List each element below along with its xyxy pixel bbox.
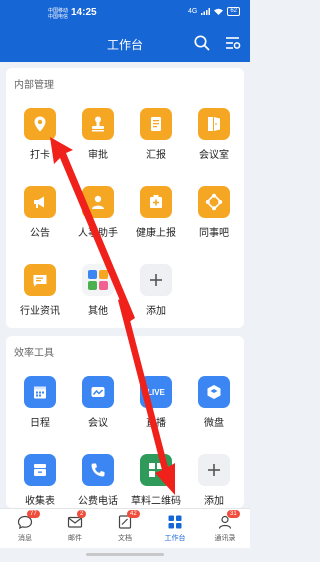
status-time: 14:25 (71, 7, 97, 18)
tile-label: 打卡 (30, 150, 50, 161)
plus-icon (198, 454, 230, 486)
medical-box-icon (140, 186, 172, 218)
network-type: 4G (187, 8, 198, 15)
tile-qr-code[interactable]: 草料二维码 (126, 454, 186, 507)
tile-label: 草料二维码 (131, 496, 181, 507)
tile-label: 公告 (30, 228, 50, 239)
tab-label: 文档 (118, 535, 132, 542)
unread-badge: 77 (27, 510, 40, 518)
system-indicators: 4G 62 (188, 7, 240, 16)
tile-label: 收集表 (25, 496, 55, 507)
bottom-tab-bar: 77 消息 2 邮件 42 文档 工作台 31 通讯录 (0, 508, 250, 548)
tile-label: 同事吧 (199, 228, 229, 239)
tile-label: 微盘 (204, 418, 224, 429)
section-title-efficiency: 效率工具 (14, 348, 54, 359)
chat-bubble-icon: 77 (17, 510, 40, 530)
section-title-internal: 内部管理 (14, 80, 54, 91)
internal-management-card: 内部管理 打卡 审批 汇报 会议室 公告 人事助手 健康上报 同事吧 行业资讯 … (6, 68, 244, 328)
mail-icon: 2 (67, 510, 87, 530)
location-pin-icon (24, 108, 56, 140)
live-icon-text: LIVE (147, 387, 165, 397)
megaphone-icon (24, 186, 56, 218)
phone-icon (82, 454, 114, 486)
tab-label: 消息 (18, 535, 32, 542)
tile-add-efficiency[interactable]: 添加 (184, 454, 244, 507)
stamp-icon (82, 108, 114, 140)
tile-meeting-room[interactable]: 会议室 (184, 108, 244, 161)
carrier-2: 中国电信 (48, 14, 69, 20)
efficiency-tools-card: 效率工具 日程 会议 LIVE 直播 微盘 收集表 公费电话 草料二维码 添加 (6, 336, 244, 508)
unread-badge: 31 (227, 510, 240, 518)
tile-label: 添加 (204, 496, 224, 507)
tile-label: 会议 (88, 418, 108, 429)
tab-docs[interactable]: 42 文档 (100, 510, 150, 543)
tile-label: 行业资讯 (20, 306, 60, 317)
tile-add-internal[interactable]: 添加 (126, 264, 186, 317)
tab-label: 通讯录 (214, 535, 236, 542)
wifi-icon (214, 8, 224, 15)
tile-label: 会议室 (199, 150, 229, 161)
tab-label: 邮件 (68, 535, 82, 542)
tile-label: 直播 (146, 418, 166, 429)
document-icon: 42 (117, 510, 140, 530)
unread-badge: 2 (77, 510, 87, 518)
plus-icon (140, 264, 172, 296)
tile-label: 添加 (146, 306, 166, 317)
tab-mail[interactable]: 2 邮件 (50, 510, 100, 543)
calendar-icon (24, 376, 56, 408)
news-icon (24, 264, 56, 296)
workbench-grid-icon (167, 514, 183, 530)
tab-label: 工作台 (164, 535, 186, 542)
carrier-info: 中国移动 中国电信 (48, 8, 68, 20)
signal-icon (201, 8, 211, 15)
tile-label: 审批 (88, 150, 108, 161)
tile-approval[interactable]: 审批 (68, 108, 128, 161)
tile-health-report[interactable]: 健康上报 (126, 186, 186, 239)
tile-industry-news[interactable]: 行业资讯 (10, 264, 70, 317)
app-header: 中国移动 中国电信 14:25 4G 62 工作台 (0, 0, 250, 62)
tile-label: 日程 (30, 418, 50, 429)
tile-live[interactable]: LIVE 直播 (126, 376, 186, 429)
form-icon (24, 454, 56, 486)
grid-apps-icon (82, 264, 114, 296)
tile-label: 健康上报 (136, 228, 176, 239)
tile-other[interactable]: 其他 (68, 264, 128, 317)
page-title: 工作台 (106, 38, 143, 52)
tile-label: 汇报 (146, 150, 166, 161)
live-icon: LIVE (140, 376, 172, 408)
tile-label: 其他 (88, 306, 108, 317)
search-icon[interactable] (193, 34, 211, 52)
tile-report[interactable]: 汇报 (126, 108, 186, 161)
tab-workbench[interactable]: 工作台 (150, 514, 200, 543)
contacts-icon: 31 (217, 510, 240, 530)
network-icon (198, 186, 230, 218)
tab-messages[interactable]: 77 消息 (0, 510, 50, 543)
door-icon (198, 108, 230, 140)
video-meeting-icon (82, 376, 114, 408)
tile-schedule[interactable]: 日程 (10, 376, 70, 429)
tile-collection-form[interactable]: 收集表 (10, 454, 70, 507)
unread-badge: 42 (127, 510, 140, 518)
tab-contacts[interactable]: 31 通讯录 (200, 510, 250, 543)
tile-label: 公费电话 (78, 496, 118, 507)
qr-code-icon (140, 454, 172, 486)
person-icon (82, 186, 114, 218)
tile-label: 人事助手 (78, 228, 118, 239)
tile-hr-assistant[interactable]: 人事助手 (68, 186, 128, 239)
tile-clock-in[interactable]: 打卡 (10, 108, 70, 161)
settings-icon[interactable] (224, 34, 242, 52)
tile-business-call[interactable]: 公费电话 (68, 454, 128, 507)
tile-micro-disk[interactable]: 微盘 (184, 376, 244, 429)
cloud-disk-icon (198, 376, 230, 408)
tile-announcement[interactable]: 公告 (10, 186, 70, 239)
home-indicator (86, 553, 164, 556)
tile-meeting[interactable]: 会议 (68, 376, 128, 429)
status-bar: 中国移动 中国电信 14:25 4G 62 (0, 6, 250, 20)
tile-colleague-bar[interactable]: 同事吧 (184, 186, 244, 239)
report-icon (140, 108, 172, 140)
battery-icon: 62 (227, 7, 240, 16)
